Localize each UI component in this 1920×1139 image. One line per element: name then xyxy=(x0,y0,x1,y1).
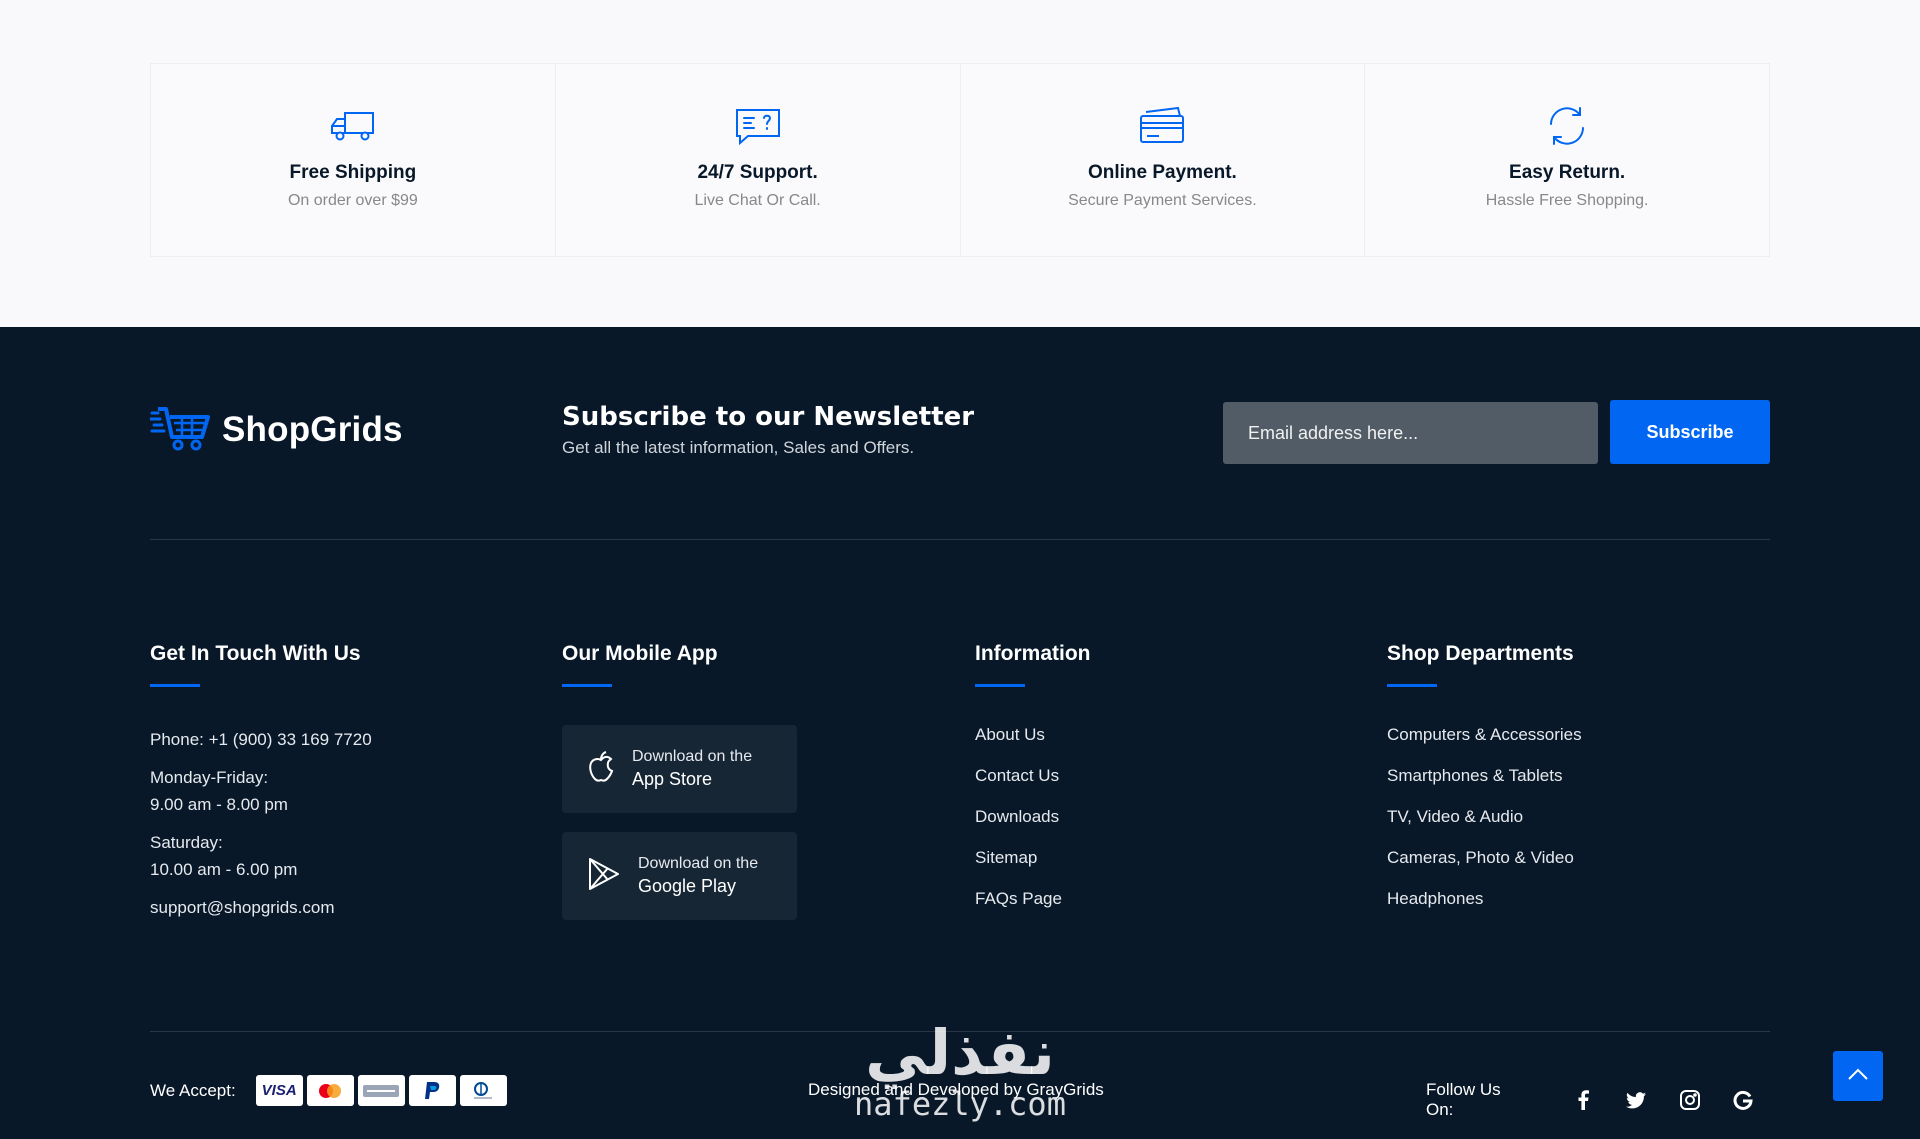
divider xyxy=(150,539,1770,540)
newsletter-email-input[interactable] xyxy=(1223,402,1598,464)
chevron-up-icon xyxy=(1848,1067,1868,1085)
feature-title: 24/7 Support. xyxy=(697,162,818,183)
feature-subtitle: Live Chat Or Call. xyxy=(694,192,821,209)
feature-support: 24/7 Support. Live Chat Or Call. xyxy=(556,64,961,256)
department-link[interactable]: TV, Video & Audio xyxy=(1387,805,1582,846)
mastercard-card-icon xyxy=(306,1075,354,1106)
store-caption: Download on the xyxy=(638,855,759,872)
department-link[interactable]: Smartphones & Tablets xyxy=(1387,764,1582,805)
facebook-icon[interactable] xyxy=(1556,1088,1610,1112)
refresh-icon xyxy=(1542,104,1592,148)
features-strip: Free Shipping On order over $99 24/7 Sup… xyxy=(150,63,1770,257)
scroll-to-top-button[interactable] xyxy=(1833,1051,1883,1101)
mobile-app-column: Our Mobile App Download on the App Store xyxy=(562,642,797,920)
information-column: Information About Us Contact Us Download… xyxy=(975,642,1091,928)
contact-column: Get In Touch With Us Phone: +1 (900) 33 … xyxy=(150,642,372,921)
information-title: Information xyxy=(975,642,1091,665)
footer-link-faqs[interactable]: FAQs Page xyxy=(975,887,1091,928)
diners-club-card-icon xyxy=(459,1075,507,1106)
title-underline xyxy=(150,684,200,687)
accept-label: We Accept: xyxy=(150,1080,236,1100)
footer-link-contact[interactable]: Contact Us xyxy=(975,764,1091,805)
brand-name: ShopGrids xyxy=(222,409,403,449)
footer-credit: Designed and Developed by GrayGrids xyxy=(808,1080,1104,1099)
social-links: Follow Us On: xyxy=(1426,1080,1770,1120)
truck-icon xyxy=(328,104,378,148)
twitter-icon[interactable] xyxy=(1609,1088,1663,1112)
subscribe-button[interactable]: Subscribe xyxy=(1610,400,1770,464)
department-link[interactable]: Headphones xyxy=(1387,887,1582,928)
store-name: App Store xyxy=(632,769,713,789)
feature-online-payment: Online Payment. Secure Payment Services. xyxy=(961,64,1366,256)
title-underline xyxy=(975,684,1025,687)
follow-label: Follow Us On: xyxy=(1426,1080,1501,1119)
paypal-card-icon xyxy=(408,1075,456,1106)
credit-card-icon xyxy=(1137,104,1187,148)
google-icon[interactable] xyxy=(1716,1088,1770,1112)
app-store-button[interactable]: Download on the App Store xyxy=(562,725,797,813)
contact-phone: Phone: +1 (900) 33 169 7720 xyxy=(150,730,372,749)
shopping-cart-icon xyxy=(148,403,214,456)
app-title: Our Mobile App xyxy=(562,642,718,665)
saturday-hours: 10.00 am - 6.00 pm xyxy=(150,860,298,879)
store-name: Google Play xyxy=(638,876,737,896)
instagram-icon[interactable] xyxy=(1663,1088,1717,1112)
footer-link-about[interactable]: About Us xyxy=(975,723,1091,764)
footer-link-downloads[interactable]: Downloads xyxy=(975,805,1091,846)
footer: ShopGrids Subscribe to our Newsletter Ge… xyxy=(0,327,1920,1139)
google-play-button[interactable]: Download on the Google Play xyxy=(562,832,797,920)
amex-card-icon xyxy=(357,1075,405,1106)
newsletter-title: Subscribe to our Newsletter xyxy=(562,402,975,432)
footer-logo[interactable]: ShopGrids xyxy=(148,403,403,456)
departments-column: Shop Departments Computers & Accessories… xyxy=(1387,642,1582,928)
feature-title: Easy Return. xyxy=(1509,162,1626,183)
title-underline xyxy=(1387,684,1437,687)
contact-title: Get In Touch With Us xyxy=(150,642,361,665)
payment-methods: We Accept: VISA xyxy=(150,1075,511,1106)
feature-title: Free Shipping xyxy=(289,162,417,183)
visa-card-icon: VISA xyxy=(255,1075,303,1106)
newsletter-subtitle: Get all the latest information, Sales an… xyxy=(562,438,915,457)
department-link[interactable]: Cameras, Photo & Video xyxy=(1387,846,1582,887)
department-link[interactable]: Computers & Accessories xyxy=(1387,723,1582,764)
footer-link-sitemap[interactable]: Sitemap xyxy=(975,846,1091,887)
departments-title: Shop Departments xyxy=(1387,642,1574,665)
weekday-hours: 9.00 am - 8.00 pm xyxy=(150,795,288,814)
feature-subtitle: Secure Payment Services. xyxy=(1068,192,1257,209)
chat-icon xyxy=(733,104,783,148)
feature-subtitle: On order over $99 xyxy=(287,192,418,209)
weekday-label: Monday-Friday: xyxy=(150,768,269,787)
saturday-label: Saturday: xyxy=(150,833,223,852)
feature-easy-return: Easy Return. Hassle Free Shopping. xyxy=(1365,64,1769,256)
feature-free-shipping: Free Shipping On order over $99 xyxy=(151,64,556,256)
footer-bottom-bar: We Accept: VISA Designed and Developed b… xyxy=(150,1032,1770,1139)
feature-title: Online Payment. xyxy=(1087,162,1237,183)
apple-icon xyxy=(586,750,616,789)
contact-email-link[interactable]: support@shopgrids.com xyxy=(150,894,372,921)
title-underline xyxy=(562,684,612,687)
store-caption: Download on the xyxy=(632,748,753,765)
feature-subtitle: Hassle Free Shopping. xyxy=(1485,192,1649,209)
newsletter: Subscribe to our Newsletter Get all the … xyxy=(562,402,974,458)
google-play-icon xyxy=(586,856,622,897)
features-section: Free Shipping On order over $99 24/7 Sup… xyxy=(0,0,1920,327)
